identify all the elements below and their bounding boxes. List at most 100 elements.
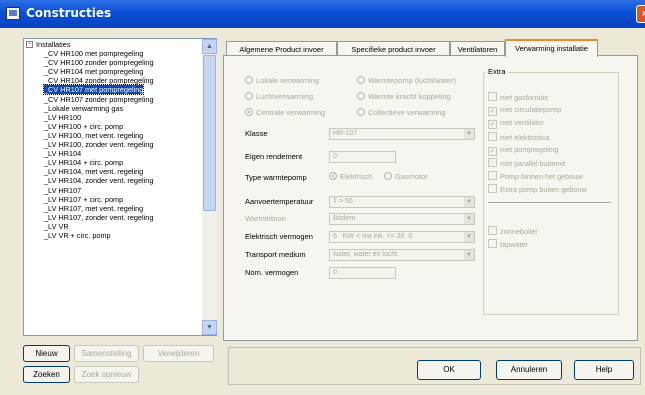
collapse-icon[interactable]: − xyxy=(26,41,33,48)
transport-medium-select[interactable]: water, water en lucht ▼ xyxy=(329,249,475,261)
tree-item-label: _LV VR + circ. pomp xyxy=(44,230,111,240)
chevron-down-icon[interactable]: ▼ xyxy=(464,129,474,139)
extra-checkbox[interactable]: Extra pomp buiten gebouw xyxy=(488,184,587,194)
extra-checkbox[interactable]: ✓ met circulatiepomp xyxy=(488,105,561,117)
delete-button[interactable]: Verwijderen xyxy=(143,345,214,362)
tree-item[interactable]: _CV HR107 met pompregeling xyxy=(24,84,202,96)
tree-item-label: _LV HR104, zonder vent. regeling xyxy=(44,176,154,186)
tree-item-label: _LV HR100 xyxy=(44,112,82,122)
close-window-button[interactable]: × xyxy=(636,5,645,23)
new-button[interactable]: Nieuw xyxy=(23,345,70,362)
tree-item[interactable]: _LV HR107, zonder vent. regeling xyxy=(24,213,202,222)
klasse-select[interactable]: HR-107 ▼ xyxy=(329,128,475,140)
radio-icon xyxy=(357,108,365,116)
radio-selected-icon xyxy=(329,172,337,180)
tree-item[interactable]: _LV VR xyxy=(24,222,202,231)
tree-item[interactable]: _LV HR100 xyxy=(24,113,202,122)
extra-checkbox[interactable]: met elektronica xyxy=(488,131,549,142)
tree-item[interactable]: _LV HR107, met vent. regeling xyxy=(24,204,202,213)
tree-item-label: _LV VR xyxy=(44,221,69,231)
extra-checkbox[interactable]: met parallel buitenvt xyxy=(488,158,565,168)
help-button[interactable]: Help xyxy=(574,360,634,380)
chevron-down-icon[interactable]: ▼ xyxy=(464,214,474,224)
scrollbar-thumb[interactable] xyxy=(203,55,216,211)
title-bar[interactable]: Constructies × xyxy=(0,0,645,28)
extra-checkbox[interactable]: ✓ met ventilator xyxy=(488,118,544,130)
cancel-button[interactable]: Annuleren xyxy=(496,360,562,380)
extra-checkbox[interactable]: ✓ met pompregeling xyxy=(488,145,558,156)
extra-checkbox[interactable]: met gasfornuis xyxy=(488,92,548,102)
elektrisch-vermogen-extra: 0 xyxy=(408,233,413,240)
tree-item-label: _LV HR104 + circ. pomp xyxy=(44,158,124,168)
extra-checkbox[interactable]: tapwater xyxy=(488,239,528,249)
tree-item[interactable]: _LV HR100, zonder vent. regeling xyxy=(24,140,202,149)
elektrisch-vermogen-unit: KW < ma ink. <= 20 xyxy=(342,233,405,240)
radio-selected-icon xyxy=(245,108,253,116)
tree-item[interactable]: _CV HR104 met pompregeling xyxy=(24,67,202,76)
radio-label: Warmtepomp (lucht/water) xyxy=(368,76,457,85)
eigen-rendement-label: Eigen rendement xyxy=(245,152,303,161)
radio-warmtepomp[interactable]: Warmtepomp (lucht/water) xyxy=(357,76,456,85)
installation-tree[interactable]: − Installaties _CV HR100 met pompregelin… xyxy=(23,38,217,336)
scroll-down-icon[interactable]: ▼ xyxy=(202,320,217,335)
radio-label: Centrale verwarming xyxy=(256,108,326,117)
radio-luchtverwarming[interactable]: Luchtverwarming xyxy=(245,92,313,101)
warmtebron-select[interactable]: Bodem ▼ xyxy=(329,213,475,225)
chevron-down-icon[interactable]: ▼ xyxy=(464,197,474,207)
tree-item-label: _LV HR104, met vent. regeling xyxy=(44,167,144,177)
tree-item-label: _LV HR107, zonder vent. regeling xyxy=(44,212,154,222)
aanvoertemperatuur-select[interactable]: T > 55 ▼ xyxy=(329,196,475,208)
tree-item-label: _CV HR107 zonder pompregeling xyxy=(44,94,154,104)
extra-checkbox[interactable]: zonneboiler xyxy=(488,226,538,236)
extra-checkbox-label: met parallel buitenvt xyxy=(500,159,566,168)
radio-label: Gasmotor xyxy=(395,172,428,181)
tree-item[interactable]: _LV HR100 + circ. pomp xyxy=(24,122,202,131)
tree-item[interactable]: _CV HR107 zonder pompregeling xyxy=(24,95,202,104)
search-button[interactable]: Zoeken xyxy=(23,366,70,383)
elektrisch-vermogen-value: 6 xyxy=(333,233,337,240)
tree-item-label: _LV HR107, met vent. regeling xyxy=(44,203,144,213)
checkbox-icon xyxy=(488,92,497,101)
tree-root-item[interactable]: − Installaties xyxy=(24,40,202,49)
search-again-button[interactable]: Zoek opnieuw xyxy=(74,366,139,383)
tree-item[interactable]: _LV HR104, met vent. regeling xyxy=(24,167,202,176)
tree-item-label: _LV HR100, met vent. regeling xyxy=(44,130,144,140)
tree-item[interactable]: _Lokale verwarming gas xyxy=(24,104,202,113)
tree-item[interactable]: _LV HR104 xyxy=(24,149,202,158)
tree-item[interactable]: _CV HR100 zonder pompregeling xyxy=(24,58,202,67)
tree-scrollbar[interactable]: ▲ ▼ xyxy=(202,39,217,335)
radio-elektrisch[interactable]: Elektrisch xyxy=(329,172,373,181)
tree-root-label: Installaties xyxy=(36,40,71,49)
tab-heating-installation[interactable]: Verwarming installatie xyxy=(505,39,598,57)
aanvoertemperatuur-label: Aanvoertemperatuur xyxy=(245,197,314,206)
radio-collectieve-verwarming[interactable]: Collectieve verwarming xyxy=(357,108,446,117)
elektrisch-vermogen-select[interactable]: 6 KW < ma ink. <= 20 0 ▼ xyxy=(329,231,475,243)
radio-wkk[interactable]: Warmte kracht koppeling xyxy=(357,92,451,101)
composition-button[interactable]: Samenstelling xyxy=(74,345,139,362)
tree-item[interactable]: _LV HR100, met vent. regeling xyxy=(24,131,202,140)
tree-item[interactable]: _LV HR107 + circ. pomp xyxy=(24,195,202,204)
radio-lokale-verwarming[interactable]: Lokale verwarming xyxy=(245,76,319,85)
tree-item-label: _LV HR104 xyxy=(44,149,82,159)
radio-gasmotor[interactable]: Gasmotor xyxy=(384,172,428,181)
tree-item-label: _LV HR100, zonder vent. regeling xyxy=(44,140,154,150)
radio-icon xyxy=(245,76,253,84)
extra-checkbox-label: Extra pomp buiten gebouw xyxy=(500,185,587,195)
radio-centrale-verwarming[interactable]: Centrale verwarming xyxy=(245,108,325,117)
tree-item[interactable]: _LV VR + circ. pomp xyxy=(24,231,202,240)
chevron-down-icon[interactable]: ▼ xyxy=(464,250,474,260)
tree-item[interactable]: _CV HR100 met pompregeling xyxy=(24,49,202,58)
extra-checkbox[interactable]: Pomp binnen het gebouw xyxy=(488,171,583,181)
eigen-rendement-input[interactable]: 0 xyxy=(329,151,396,163)
tree-item[interactable]: _LV HR107 xyxy=(24,186,202,195)
scroll-up-icon[interactable]: ▲ xyxy=(202,39,217,54)
tree-item[interactable]: _LV HR104, zonder vent. regeling xyxy=(24,176,202,185)
extra-checkbox-label: Pomp binnen het gebouw xyxy=(500,172,583,182)
tree-list: − Installaties _CV HR100 met pompregelin… xyxy=(24,39,202,335)
ok-button[interactable]: OK xyxy=(417,360,481,380)
checkbox-icon xyxy=(488,226,497,235)
radio-label: Luchtverwarming xyxy=(256,92,314,101)
tree-item[interactable]: _LV HR104 + circ. pomp xyxy=(24,158,202,167)
chevron-down-icon[interactable]: ▼ xyxy=(464,232,474,242)
nom-vermogen-input[interactable]: 0 xyxy=(329,267,396,279)
